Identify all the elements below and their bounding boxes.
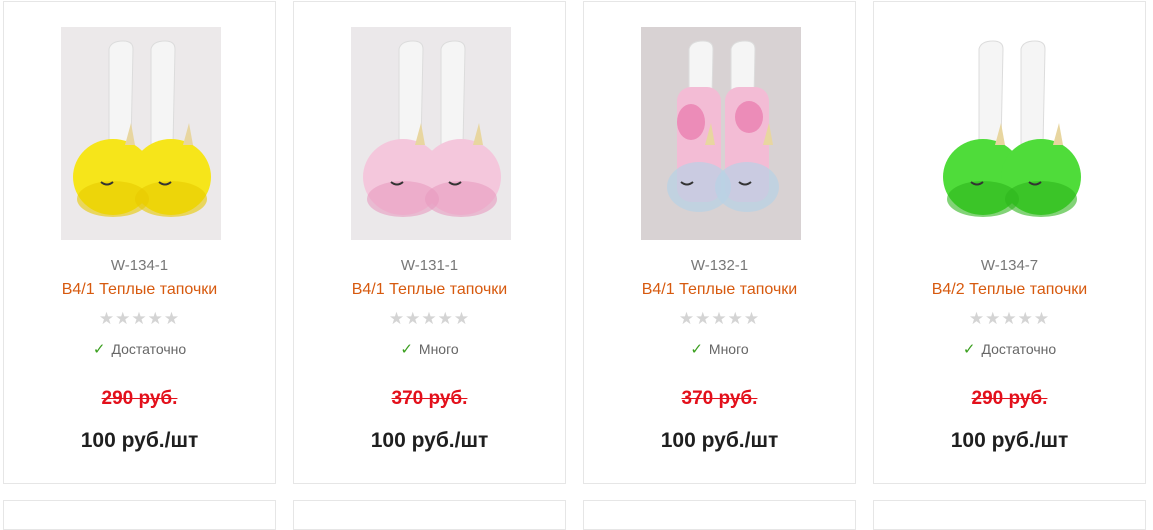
product-card[interactable]: W-132-1 В4/1 Теплые тапочки ★★★★★ ✓ Много 370…	[583, 1, 856, 484]
old-price: 290 руб.	[101, 388, 178, 409]
product-sku: W-134-7	[980, 257, 1039, 274]
product-card-next-row[interactable]	[3, 500, 276, 530]
product-sku: W-131-1	[400, 257, 459, 274]
old-price: 290 руб.	[971, 388, 1048, 409]
product-card[interactable]: W-131-1 В4/1 Теплые тапочки ★★★★★ ✓ Много 370…	[293, 1, 566, 484]
product-image[interactable]	[931, 27, 1091, 240]
stock-status: ✓ Достаточно	[874, 340, 1145, 358]
product-card[interactable]: W-134-7 В4/2 Теплые тапочки ★★★★★ ✓ Достаточ…	[873, 1, 1146, 484]
old-price: 370 руб.	[391, 388, 468, 409]
current-price: 100 руб./шт	[950, 429, 1069, 452]
stock-status: ✓ Много	[584, 340, 855, 358]
product-name-link[interactable]: В4/1 Теплые тапочки	[584, 281, 855, 299]
product-name-link[interactable]: В4/1 Теплые тапочки	[294, 281, 565, 299]
stock-label: Много	[418, 341, 459, 357]
product-sku: W-134-1	[110, 257, 169, 274]
check-icon: ✓	[92, 341, 106, 358]
rating-stars: ★★★★★	[388, 309, 471, 328]
stock-label: Много	[708, 341, 749, 357]
product-card-next-row[interactable]	[583, 500, 856, 530]
rating-stars: ★★★★★	[968, 309, 1051, 328]
stock-status: ✓ Достаточно	[4, 340, 275, 358]
current-price: 100 руб./шт	[660, 429, 779, 452]
current-price: 100 руб./шт	[80, 429, 199, 452]
stock-status: ✓ Много	[294, 340, 565, 358]
product-card-next-row[interactable]	[873, 500, 1146, 530]
product-image[interactable]	[351, 27, 511, 240]
check-icon: ✓	[690, 341, 703, 358]
product-image[interactable]	[61, 27, 221, 240]
current-price: 100 руб./шт	[370, 429, 489, 452]
product-card-next-row[interactable]	[293, 500, 566, 530]
product-card[interactable]: W-134-1 В4/1 Теплые тапочки ★★★★★ ✓ Достаточ…	[3, 1, 276, 484]
check-icon: ✓	[400, 341, 413, 358]
rating-stars: ★★★★★	[98, 309, 181, 328]
product-name-link[interactable]: В4/1 Теплые тапочки	[4, 281, 275, 299]
stock-label: Достаточно	[981, 341, 1057, 357]
rating-stars: ★★★★★	[678, 309, 761, 328]
check-icon: ✓	[962, 341, 976, 358]
stock-label: Достаточно	[111, 341, 187, 357]
product-sku: W-132-1	[690, 257, 749, 274]
product-name-link[interactable]: В4/2 Теплые тапочки	[874, 281, 1145, 299]
old-price: 370 руб.	[681, 388, 758, 409]
product-image[interactable]	[641, 27, 801, 240]
